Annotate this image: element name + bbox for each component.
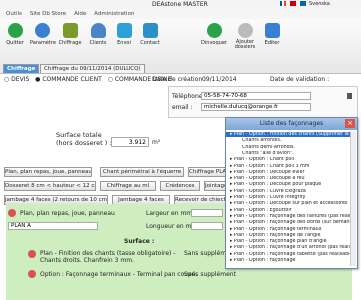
contact-panel: Téléphone : email : (168, 86, 358, 118)
date-creation-value: 09/11/2014 (202, 76, 237, 83)
facon-list-item[interactable]: ▸ Plan - Option : Découpe évier (226, 170, 353, 175)
quit-button[interactable]: Quitter (3, 23, 27, 46)
surface-total-field[interactable] (111, 137, 149, 147)
radio-devis[interactable]: ○ DEVIS (4, 76, 29, 83)
facon-list-item[interactable]: Chants demi-arrondis. (226, 145, 361, 150)
contact-button[interactable]: Contact (138, 23, 162, 46)
dosseret-button[interactable]: Dosseret 8 cm < hauteur < 12 cm (4, 181, 96, 191)
date-validation-label: Date de validation : (270, 76, 330, 83)
facon-list-item[interactable]: ▸ Plan - Option : Cuvre Exigraza (226, 189, 353, 194)
facon-list-item[interactable]: ▸ Plan - Option : Façonnage des rainures… (226, 214, 353, 219)
jointage-button[interactable]: Jointage (204, 181, 226, 191)
facon-list-item[interactable]: ▸ Plan - Option : Finition des chants (S… (226, 132, 353, 137)
window-title: DEAstone MASTER (152, 1, 208, 8)
facon-list-item[interactable]: ▸ Plan - Option : Découpe pour plaque (226, 182, 353, 187)
largeur-label: Largeur en mm. (146, 210, 195, 217)
calculator-icon (62, 23, 78, 38)
option-finition-text: Plan - Finition des chants (tasse obliga… (40, 250, 176, 264)
chiffrage-plan-button[interactable]: Chiffrage PLAN (188, 167, 226, 177)
quote-button[interactable]: Chiffrage (58, 23, 82, 46)
tel-field[interactable] (201, 92, 311, 100)
menu-item-aide[interactable]: Aide (74, 11, 86, 17)
facon-list-item[interactable]: ▸ Plan - Option : Découpe sur plan et ac… (226, 201, 353, 206)
facon-list-item[interactable]: ▸ Plan - Option : Façonnage plan d'angle (226, 239, 353, 244)
toolbar: Quitter Paramètre Chiffrage Clients Envo… (0, 19, 361, 64)
facon-list-item[interactable]: ▸ Plan - Option : Découpe à feu (226, 176, 353, 181)
edit-icon (264, 23, 280, 38)
plan-name-field[interactable] (8, 222, 98, 230)
close-icon[interactable]: × (345, 119, 355, 128)
option-terminaux-text: Option : Façonnage terminaux - Terminal … (40, 271, 198, 278)
delete-option-icon[interactable] (28, 270, 36, 278)
surface-label: Surface totale (56, 131, 102, 139)
users-icon (90, 23, 106, 38)
facon-list-item[interactable]: Chants arrondis. (226, 138, 361, 143)
send-icon (116, 23, 132, 38)
flag-sweden-icon[interactable] (300, 1, 306, 6)
menu-item-site[interactable]: Site Db Store (30, 11, 66, 17)
facon-list-item[interactable]: ▸ Plan - Option : Façonnage d'un arrondi… (226, 245, 353, 250)
menu-item-administration[interactable]: Administration (94, 11, 134, 17)
language-label[interactable]: Svenska (309, 1, 330, 7)
email-field[interactable] (201, 103, 311, 111)
longueur-field[interactable] (191, 222, 223, 230)
facon-list-item[interactable]: ▸ Plan - Option : Façonnage de l'angle (226, 233, 353, 238)
chant-perimetral-button[interactable]: Chant périmétral à l'équerre (100, 167, 184, 177)
flag-uk-icon[interactable] (290, 1, 296, 6)
facon-list-item[interactable]: ▸ Plan - Option : Cuvre Integrity (226, 195, 353, 200)
title-bar: DEAstone MASTER Svenska (0, 0, 361, 9)
chiffrage-ml-button[interactable]: Chiffrage au ml (100, 181, 156, 191)
facon-list-item[interactable]: ▸ Plan - Option : Façonnage des bords (s… (226, 220, 353, 225)
close-icon[interactable] (8, 209, 16, 217)
date-creation-label: Date de création : (152, 76, 207, 83)
edit-button[interactable]: Editer (260, 23, 284, 46)
flag-france-icon[interactable] (280, 1, 286, 6)
facon-list-item[interactable]: ▸ Plan - Option : Egouttoir (226, 208, 353, 213)
surface-sublabel: (hors dosseret ) : (56, 139, 112, 147)
order-type-group: ○ DEVIS ● COMMANDE CLIENT ○ COMMANDE USI… (4, 76, 171, 83)
gear-icon (34, 23, 50, 38)
cancel-icon (237, 23, 253, 38)
surface-unit: m² (152, 139, 161, 146)
plan-button[interactable]: Plan, plan repas, joue, panneau (4, 167, 92, 177)
facon-list-item[interactable]: Chants "alle d'avion". (226, 151, 361, 156)
facon-list-title: Liste des façonnages (226, 118, 357, 130)
invoke-button[interactable]: Dinvoquer (200, 23, 228, 46)
scrollbar[interactable] (350, 131, 356, 266)
clients-button[interactable]: Clients (86, 23, 110, 46)
plan-line-label: Plan, plan repas, joue, panneau (20, 210, 115, 217)
tab-chiffrage-dulucq[interactable]: Chiffrage du 09/11/2014 (DULUCQ) (40, 64, 145, 73)
settings-button[interactable]: Paramètre (30, 23, 56, 46)
option-terminaux-supp: Sans supplément (184, 271, 236, 278)
tab-bar: Chiffrage Chiffrage du 09/11/2014 (DULUC… (0, 63, 361, 74)
add-folders-button[interactable]: Ajouter dossiers (232, 23, 258, 50)
facon-list-window: Liste des façonnages × ▸ Plan - Option :… (225, 117, 358, 269)
trash-icon[interactable] (347, 93, 352, 99)
download-icon (206, 23, 222, 38)
facon-list-item[interactable]: ▸ Plan - Option : Façonnage terminaux (226, 227, 353, 232)
largeur-field[interactable] (191, 209, 223, 217)
radio-commande-client[interactable]: ● COMMANDE CLIENT (35, 76, 102, 83)
credences-button[interactable]: Crédences (160, 181, 200, 191)
email-label: email : (172, 104, 193, 111)
power-icon (7, 23, 23, 38)
tab-chiffrage[interactable]: Chiffrage (3, 64, 40, 73)
facon-list-item[interactable]: ▸ Plan - Option : Façonnage (226, 258, 353, 263)
envelope-icon (142, 23, 158, 38)
facon-list-item[interactable]: ▸ Plan - Option : Façonnage tablette (pa… (226, 252, 353, 257)
delete-option-icon[interactable] (28, 250, 36, 258)
send-button[interactable]: Envoi (112, 23, 136, 46)
facon-list-item[interactable]: ▸ Plan - Option : Chant poli (226, 157, 353, 162)
surface-section-label: Surface : (124, 238, 155, 245)
facon-list-item[interactable]: ▸ Plan - Option : Chant poli 3 mm (226, 164, 353, 169)
menu-item-outils[interactable]: Outils (6, 11, 22, 17)
